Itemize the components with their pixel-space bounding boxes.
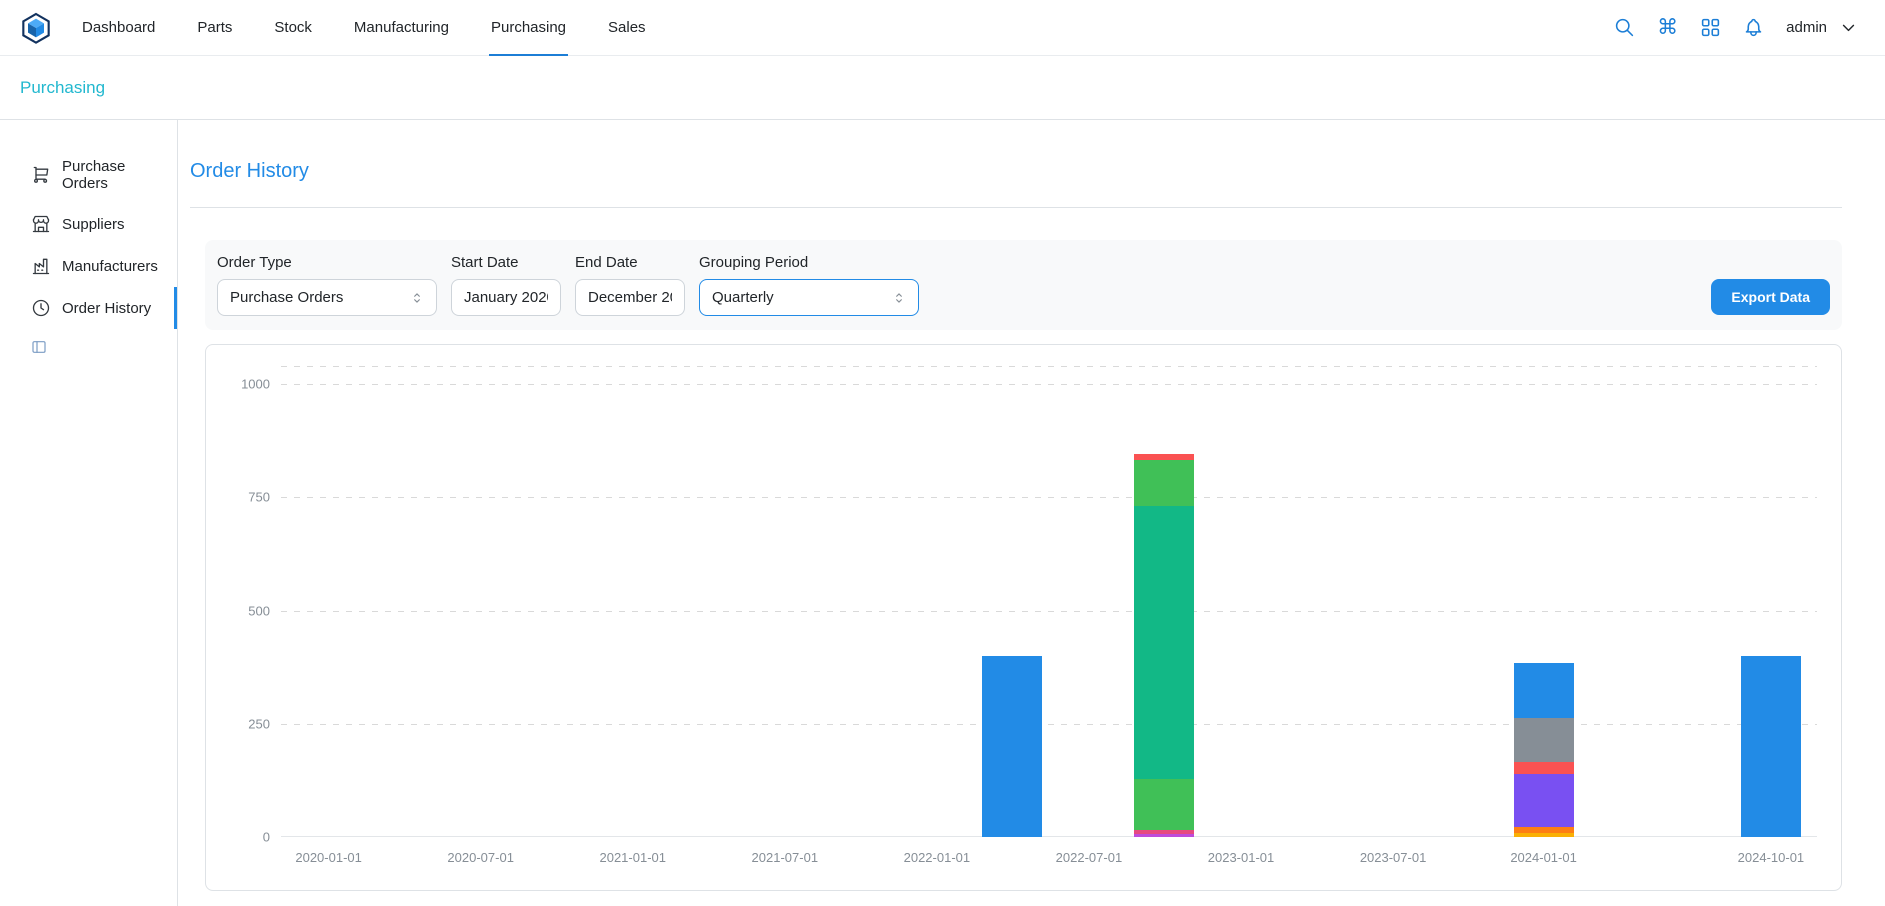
x-tick-label: 2024-10-01: [1738, 850, 1805, 865]
sidebar-item-manufacturers[interactable]: Manufacturers: [0, 245, 177, 287]
x-tick-label: 2020-07-01: [447, 850, 514, 865]
stacked-bar-2024-10-01: [1741, 656, 1801, 837]
order-type-group: Order Type Purchase Orders: [217, 254, 437, 316]
x-axis-line: [281, 836, 1817, 837]
stacked-bar-2024-01-01: [1514, 663, 1574, 837]
order-type-label: Order Type: [217, 254, 437, 271]
history-clock-icon: [31, 298, 51, 318]
sidebar-item-order-history[interactable]: Order History: [0, 287, 177, 329]
y-tick-label: 1000: [241, 377, 270, 392]
barcode-scan-icon[interactable]: [1700, 17, 1721, 38]
sidebar-item-suppliers[interactable]: Suppliers: [0, 203, 177, 245]
breadcrumb: Purchasing: [0, 56, 1885, 120]
main-nav-tabs: Dashboard Parts Stock Manufacturing Purc…: [80, 0, 686, 56]
end-date-input[interactable]: [575, 279, 685, 316]
sidebar-collapse-icon[interactable]: [31, 339, 49, 355]
tab-dashboard[interactable]: Dashboard: [80, 0, 157, 56]
grouping-period-value: Quarterly: [712, 289, 774, 306]
bar-segment: [1514, 833, 1574, 837]
start-date-group: Start Date: [451, 254, 561, 316]
end-date-label: End Date: [575, 254, 685, 271]
x-tick-label: 2023-07-01: [1360, 850, 1427, 865]
sidebar-item-label: Suppliers: [62, 216, 125, 233]
breadcrumb-purchasing[interactable]: Purchasing: [20, 78, 105, 98]
bar-segment: [1134, 506, 1194, 779]
navbar-actions: ⌘ admin: [1614, 17, 1857, 38]
x-tick-label: 2024-01-01: [1510, 850, 1577, 865]
order-type-select[interactable]: Purchase Orders: [217, 279, 437, 316]
gridline-top: [281, 366, 1817, 367]
building-store-icon: [31, 214, 51, 234]
x-tick-label: 2023-01-01: [1208, 850, 1275, 865]
sidebar-item-label: Manufacturers: [62, 258, 158, 275]
start-date-input[interactable]: [451, 279, 561, 316]
building-factory-icon: [31, 256, 51, 276]
tab-parts[interactable]: Parts: [195, 0, 234, 56]
grouping-period-select[interactable]: Quarterly: [699, 279, 919, 316]
start-date-label: Start Date: [451, 254, 561, 271]
y-tick-label: 0: [263, 830, 270, 845]
x-tick-label: 2021-01-01: [599, 850, 666, 865]
bar-segment: [1514, 762, 1574, 774]
y-tick-label: 250: [248, 716, 270, 731]
tab-stock[interactable]: Stock: [272, 0, 314, 56]
search-icon[interactable]: [1614, 17, 1635, 38]
gridline-500: [281, 611, 1817, 612]
chevron-down-icon: [1840, 19, 1857, 36]
top-navbar: Dashboard Parts Stock Manufacturing Purc…: [0, 0, 1885, 56]
sidebar-item-purchase-orders[interactable]: Purchase Orders: [0, 147, 177, 203]
page-title: Order History: [190, 160, 1842, 183]
shopping-cart-icon: [31, 165, 51, 185]
stacked-bar-2022-04-01: [982, 656, 1042, 837]
grouping-period-label: Grouping Period: [699, 254, 919, 271]
order-type-value: Purchase Orders: [230, 289, 343, 306]
bar-segment: [1514, 774, 1574, 827]
y-tick-label: 500: [248, 603, 270, 618]
plot-area: 1000 750 500 250 0 2020-01-01 2020-07-01…: [281, 366, 1817, 837]
y-tick-label: 750: [248, 490, 270, 505]
gridline-750: [281, 497, 1817, 498]
bar-segment: [982, 656, 1042, 837]
x-tick-label: 2021-07-01: [752, 850, 819, 865]
bar-segment: [1741, 656, 1801, 837]
purchasing-sidebar: Purchase Orders Suppliers Manufacturers …: [0, 120, 178, 906]
order-history-chart-card: 1000 750 500 250 0 2020-01-01 2020-07-01…: [205, 344, 1842, 891]
bar-segment: [1514, 663, 1574, 718]
end-date-group: End Date: [575, 254, 685, 316]
select-chevrons-icon: [892, 291, 906, 305]
bar-segment: [1134, 460, 1194, 507]
username-label: admin: [1786, 19, 1827, 36]
gridline-1000: [281, 384, 1817, 385]
filter-panel: Order Type Purchase Orders Start Date En…: [205, 240, 1842, 330]
x-tick-label: 2020-01-01: [295, 850, 362, 865]
tab-sales[interactable]: Sales: [606, 0, 648, 56]
notifications-bell-icon[interactable]: [1743, 17, 1764, 38]
bar-segment: [1134, 834, 1194, 837]
user-menu[interactable]: admin: [1786, 19, 1857, 36]
bar-segment: [1514, 718, 1574, 762]
x-tick-label: 2022-01-01: [904, 850, 971, 865]
bar-segment: [1134, 779, 1194, 830]
main-panel: Order History Order Type Purchase Orders…: [178, 120, 1885, 906]
content-area: Purchase Orders Suppliers Manufacturers …: [0, 120, 1885, 906]
export-data-button[interactable]: Export Data: [1711, 279, 1830, 315]
sidebar-item-label: Purchase Orders: [62, 158, 170, 192]
command-palette-icon[interactable]: ⌘: [1657, 17, 1678, 38]
gridline-250: [281, 724, 1817, 725]
select-chevrons-icon: [410, 291, 424, 305]
app-logo-icon[interactable]: [20, 12, 52, 44]
tab-manufacturing[interactable]: Manufacturing: [352, 0, 451, 56]
sidebar-item-label: Order History: [62, 300, 151, 317]
stacked-bar-2022-10-01: [1134, 454, 1194, 837]
tab-purchasing[interactable]: Purchasing: [489, 0, 568, 56]
x-tick-label: 2022-07-01: [1056, 850, 1123, 865]
grouping-period-group: Grouping Period Quarterly: [699, 254, 919, 316]
title-divider: [190, 207, 1842, 208]
